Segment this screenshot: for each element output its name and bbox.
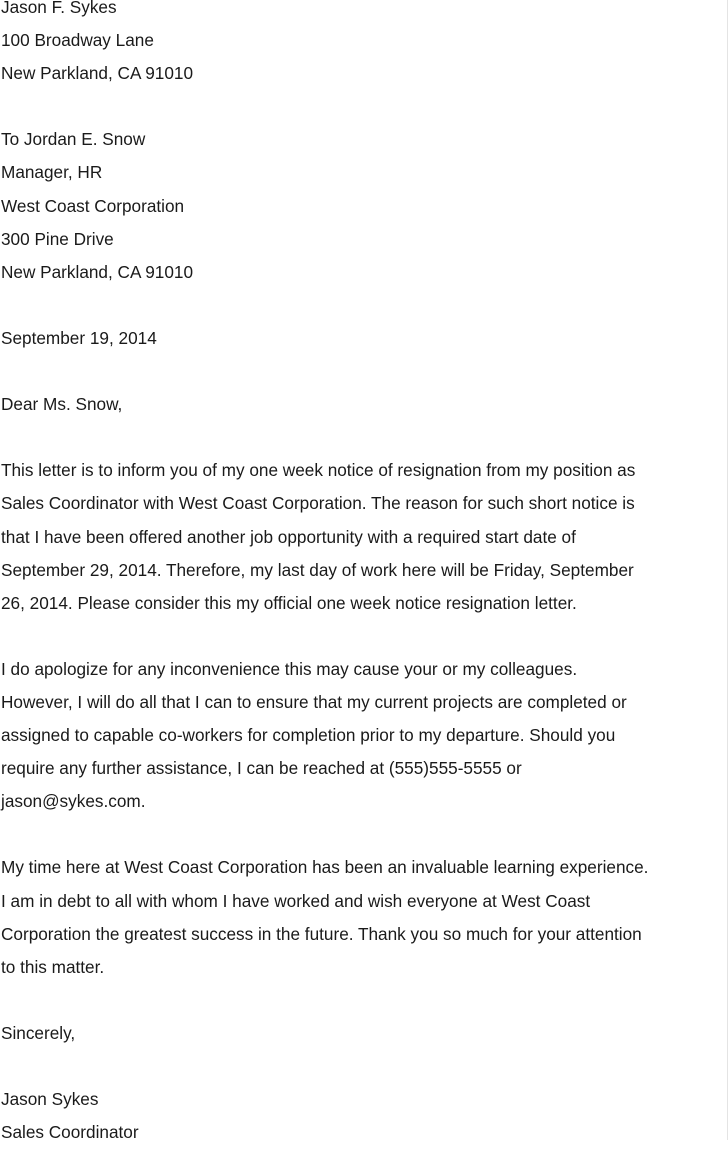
recipient-address-block: To Jordan E. Snow Manager, HR West Coast… [1, 123, 728, 288]
resignation-letter: Jason F. Sykes 100 Broadway Lane New Par… [1, 0, 728, 1149]
paragraph-line: Corporation the greatest success in the … [1, 923, 642, 944]
signature-name: Jason Sykes [1, 1089, 99, 1110]
paragraph-line: 26, 2014. Please consider this my offici… [1, 592, 577, 613]
paragraph-line: I am in debt to all with whom I have wor… [1, 890, 591, 911]
paragraph-line: that I have been offered another job opp… [1, 526, 576, 547]
sender-city-line: New Parkland, CA 91010 [1, 63, 194, 84]
signature-title: Sales Coordinator [1, 1122, 139, 1143]
sender-address-block: Jason F. Sykes 100 Broadway Lane New Par… [1, 0, 728, 90]
recipient-street: 300 Pine Drive [1, 228, 114, 249]
recipient-company: West Coast Corporation [1, 195, 185, 216]
letter-date: September 19, 2014 [1, 327, 157, 348]
sender-street: 100 Broadway Lane [1, 30, 154, 51]
signature-block: Jason Sykes Sales Coordinator [1, 1083, 728, 1149]
paragraph-line: However, I will do all that I can to ens… [1, 691, 627, 712]
paragraph-line: This letter is to inform you of my one w… [1, 460, 636, 481]
document-page: Jason F. Sykes 100 Broadway Lane New Par… [0, 0, 728, 1142]
sender-name: Jason F. Sykes [1, 0, 117, 17]
paragraph-line: to this matter. [1, 956, 105, 977]
paragraph-line: I do apologize for any inconvenience thi… [1, 658, 578, 679]
paragraph-line: require any further assistance, I can be… [1, 758, 522, 779]
paragraph-line: jason@sykes.com. [1, 791, 146, 812]
paragraph-line: Sales Coordinator with West Coast Corpor… [1, 493, 635, 514]
recipient-title: Manager, HR [1, 162, 103, 183]
body-paragraph-2: I do apologize for any inconvenience thi… [1, 653, 728, 818]
paragraph-line: assigned to capable co-workers for compl… [1, 725, 616, 746]
paragraph-line: September 29, 2014. Therefore, my last d… [1, 559, 634, 580]
recipient-city-line: New Parkland, CA 91010 [1, 261, 194, 282]
salutation: Dear Ms. Snow, [1, 394, 123, 415]
closing: Sincerely, [1, 1022, 76, 1043]
body-paragraph-1: This letter is to inform you of my one w… [1, 454, 728, 619]
body-paragraph-3: My time here at West Coast Corporation h… [1, 851, 728, 983]
recipient-to-line: To Jordan E. Snow [1, 129, 146, 150]
paragraph-line: My time here at West Coast Corporation h… [1, 857, 649, 878]
